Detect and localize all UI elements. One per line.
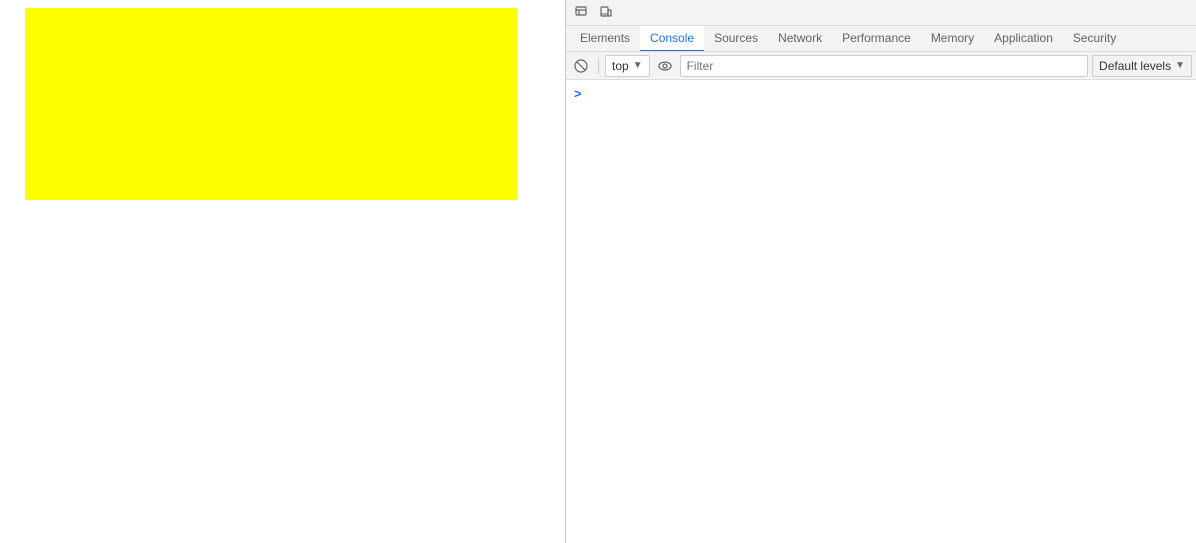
- devtools-panel: Elements Console Sources Network Perform…: [566, 0, 1196, 543]
- eye-icon-button[interactable]: [654, 55, 676, 77]
- context-label: top: [612, 59, 629, 73]
- tab-performance[interactable]: Performance: [832, 26, 921, 52]
- tab-console[interactable]: Console: [640, 26, 704, 52]
- clear-console-button[interactable]: [570, 55, 592, 77]
- devtools-tabs: Elements Console Sources Network Perform…: [566, 26, 1196, 52]
- context-dropdown-arrow: ▼: [633, 60, 643, 71]
- toolbar-separator-1: [598, 58, 599, 74]
- console-caret[interactable]: >: [566, 84, 1196, 103]
- inspect-element-button[interactable]: [570, 1, 594, 25]
- filter-input-wrap[interactable]: [680, 55, 1088, 77]
- console-content[interactable]: >: [566, 80, 1196, 543]
- devtools-top-toolbar: [566, 0, 1196, 26]
- tab-security[interactable]: Security: [1063, 26, 1126, 52]
- tab-elements[interactable]: Elements: [570, 26, 640, 52]
- context-select[interactable]: top ▼: [605, 55, 650, 77]
- browser-page: [0, 0, 565, 543]
- console-toolbar: top ▼ Default levels ▼: [566, 52, 1196, 80]
- default-levels-arrow: ▼: [1175, 60, 1185, 71]
- default-levels-label: Default levels: [1099, 59, 1171, 73]
- yellow-box: [25, 8, 517, 200]
- tab-application[interactable]: Application: [984, 26, 1063, 52]
- tab-memory[interactable]: Memory: [921, 26, 984, 52]
- filter-input[interactable]: [687, 59, 1081, 73]
- tab-network[interactable]: Network: [768, 26, 832, 52]
- tab-sources[interactable]: Sources: [704, 26, 768, 52]
- default-levels-button[interactable]: Default levels ▼: [1092, 55, 1192, 77]
- device-toggle-button[interactable]: [594, 1, 618, 25]
